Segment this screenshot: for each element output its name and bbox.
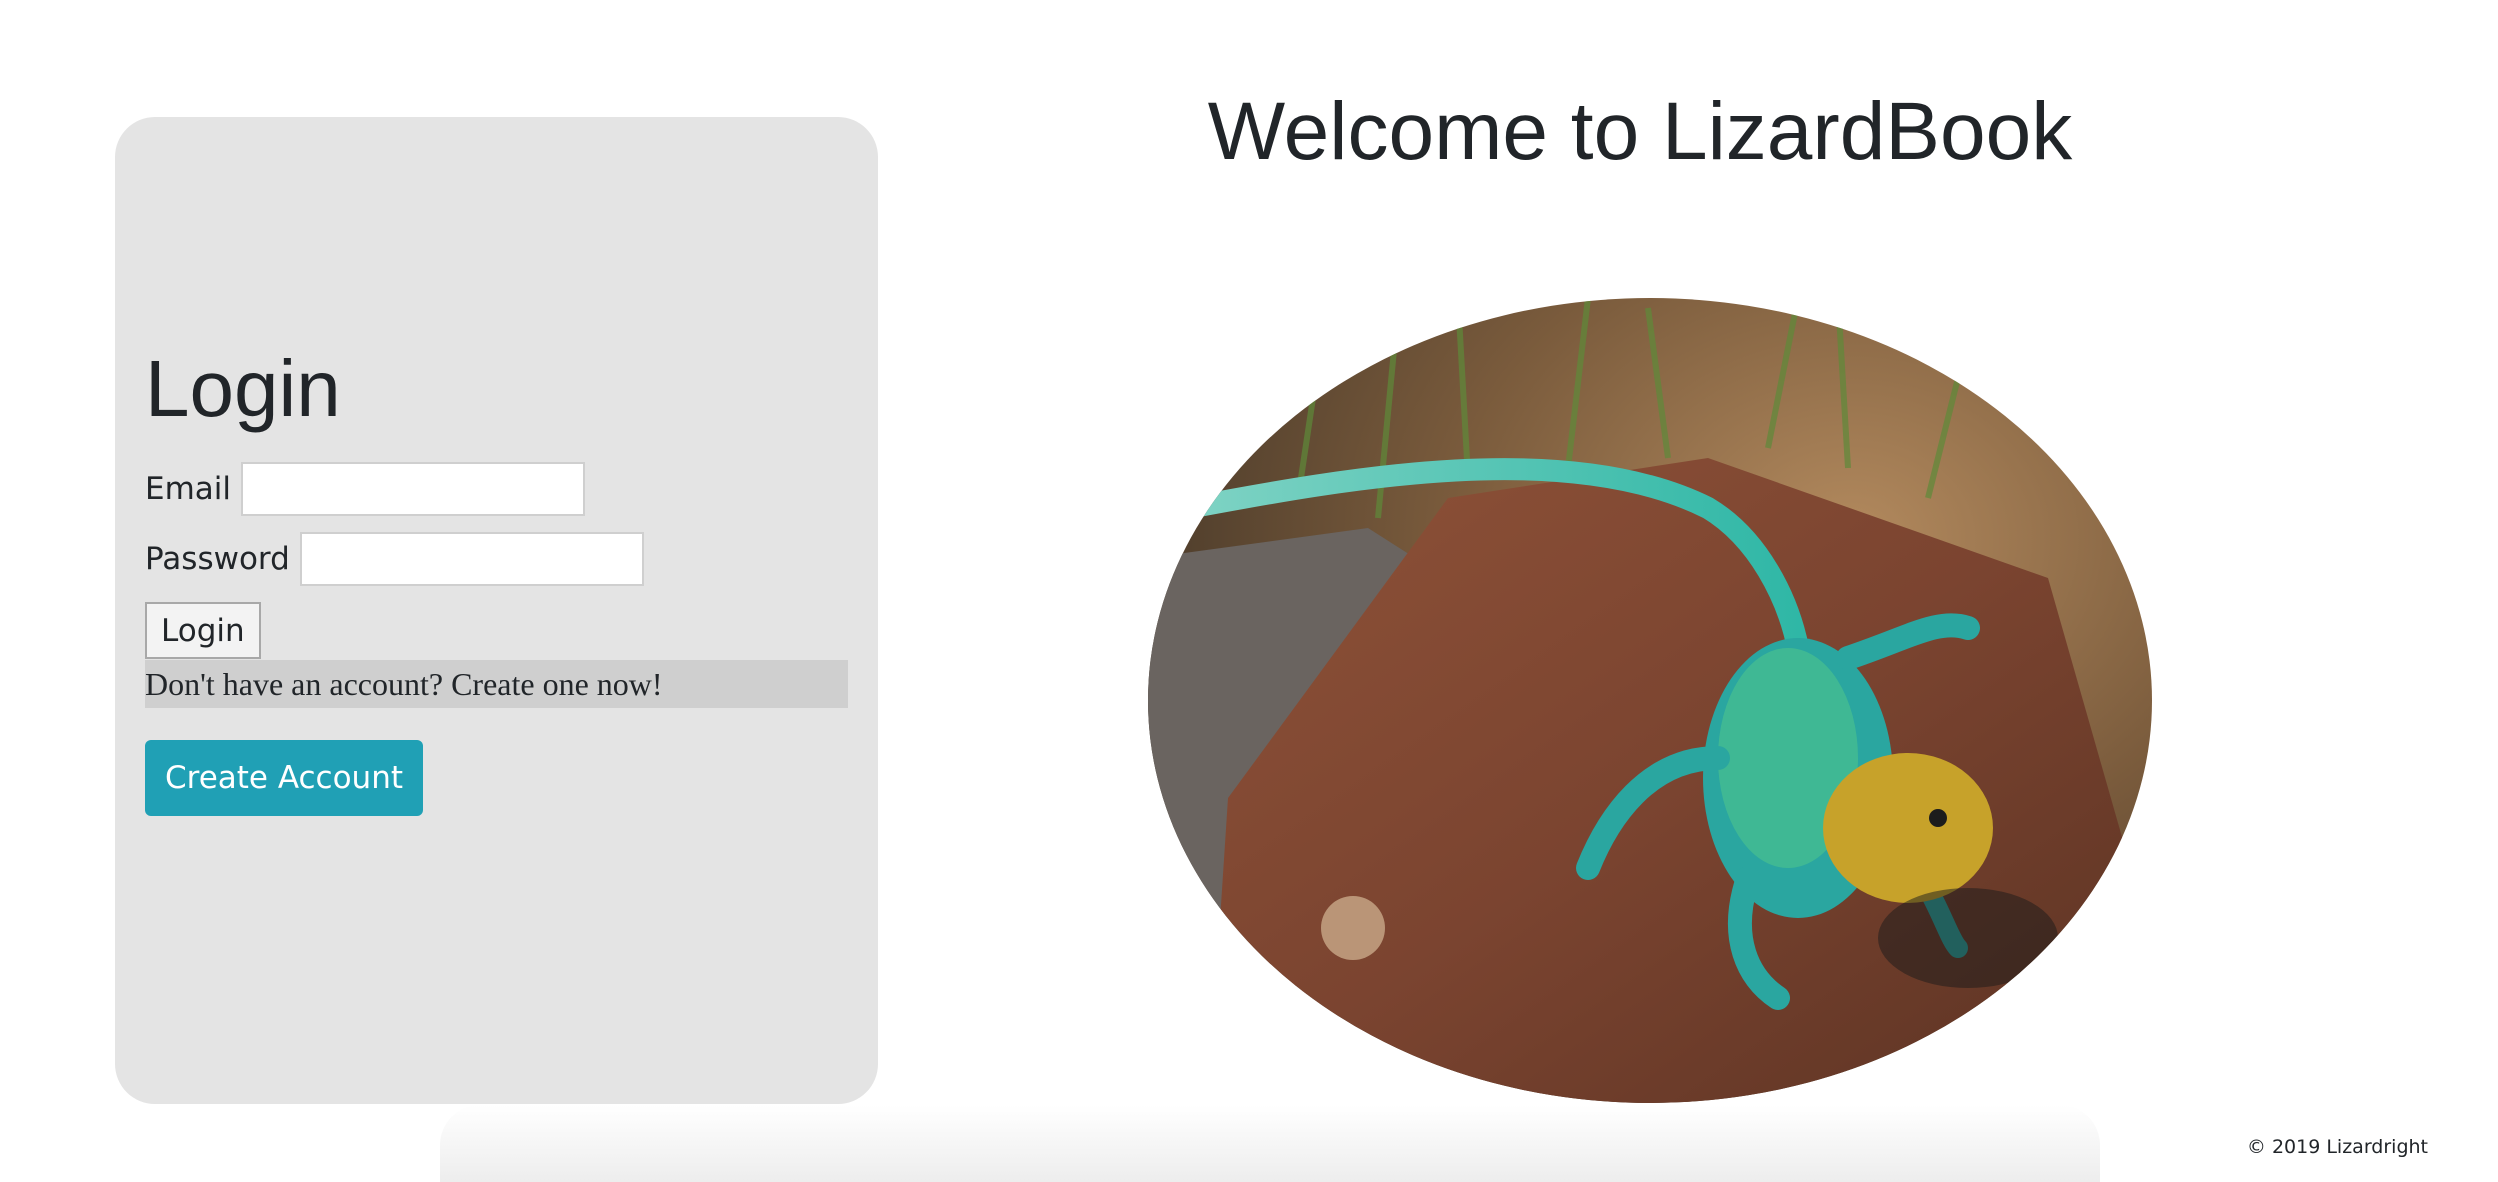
password-field[interactable]: [299, 532, 644, 586]
page: Login Email Password Login Don't have an…: [0, 0, 2498, 1182]
email-field[interactable]: [241, 462, 586, 516]
login-button[interactable]: Login: [145, 602, 261, 659]
lizard-photo: [1148, 298, 2152, 1103]
login-title: Login: [145, 344, 341, 433]
welcome-title: Welcome to LizardBook: [1207, 86, 2073, 177]
password-row: Password: [145, 532, 644, 586]
copyright-text: © 2019 Lizardright: [2246, 1136, 2428, 1158]
password-label: Password: [145, 541, 290, 577]
email-label: Email: [145, 471, 232, 507]
signup-prompt: Don't have an account? Create one now!: [145, 660, 848, 708]
email-row: Email: [145, 462, 586, 516]
create-account-button[interactable]: Create Account: [145, 740, 423, 816]
footer-shadow: [440, 1105, 2100, 1182]
